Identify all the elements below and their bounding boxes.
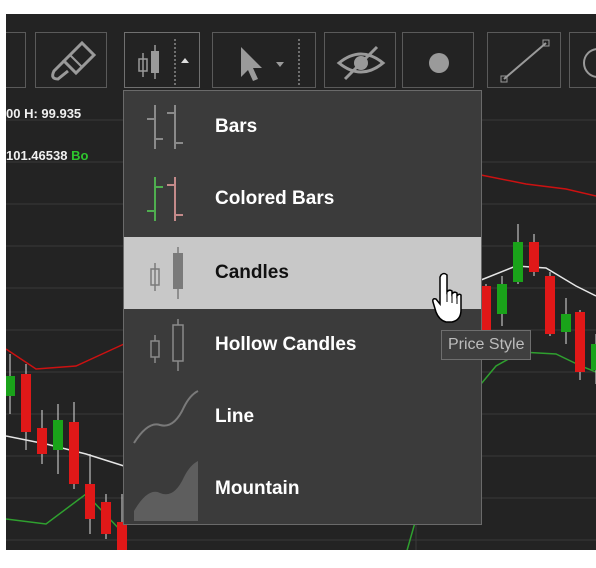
mountain-chart-icon	[134, 461, 198, 521]
menu-item-label: Hollow Candles	[215, 334, 357, 355]
menu-item-hollow-candles[interactable]: Hollow Candles	[124, 309, 481, 381]
candle-body	[561, 314, 571, 332]
candle-body	[85, 484, 95, 519]
line-chart-icon	[133, 390, 199, 444]
circle-tool-icon	[583, 48, 596, 78]
dot-icon	[429, 53, 449, 73]
candle-body	[69, 422, 79, 484]
price-style-menu: Bars Colored Bars Candles Hollow Candles…	[123, 90, 482, 525]
candle-body	[513, 242, 523, 282]
dot-tool-button[interactable]	[402, 32, 474, 88]
line-draw-button[interactable]	[487, 32, 561, 88]
ohlc-value: 101.46538	[6, 148, 68, 163]
candle-body	[53, 420, 63, 450]
menu-item-colored-bars[interactable]: Colored Bars	[124, 163, 481, 235]
candle-body	[117, 522, 127, 550]
colored-bars-icon	[147, 177, 183, 221]
menu-item-label: Colored Bars	[215, 188, 335, 209]
menu-item-mountain[interactable]: Mountain	[124, 453, 481, 525]
bars-icon	[147, 105, 183, 149]
menu-item-label: Mountain	[215, 478, 300, 499]
candle-body	[545, 276, 555, 334]
candle-body	[529, 242, 539, 272]
hand-cursor-icon	[432, 272, 462, 323]
chart-toolbar	[6, 14, 596, 90]
candle-body	[21, 374, 31, 432]
hide-eye-icon	[336, 45, 386, 81]
ohlc-readout-line1: 00 H: 99.935	[6, 106, 82, 121]
candles-icon	[150, 247, 183, 299]
hollow-candles-icon	[150, 319, 184, 371]
paintbrush-button[interactable]	[35, 32, 107, 88]
hide-drawings-button[interactable]	[324, 32, 396, 88]
screenshot-stage: 00 H: 99.935 101.46538 Bo Bars Colored B…	[0, 0, 596, 568]
menu-item-label: Line	[215, 406, 255, 427]
menu-item-label: Bars	[215, 116, 258, 137]
ohlc-readout-line2: 101.46538 Bo	[6, 148, 88, 163]
paintbrush-icon	[51, 40, 97, 81]
candle-body	[101, 502, 111, 534]
menu-item-line[interactable]: Line	[124, 381, 481, 453]
candle-body	[497, 284, 507, 314]
menu-item-label: Candles	[215, 262, 289, 283]
toolbar-button-partial-right[interactable]	[569, 32, 596, 88]
candle-body	[37, 428, 47, 454]
pointer-button[interactable]	[212, 32, 316, 88]
ohlc-suffix: Bo	[71, 148, 89, 163]
chart-style-icon	[138, 39, 189, 85]
candle-body	[481, 286, 491, 332]
candle-body	[6, 376, 15, 396]
line-draw-icon	[500, 39, 550, 83]
menu-item-bars[interactable]: Bars	[124, 91, 481, 163]
toolbar-button-partial[interactable]	[6, 32, 26, 88]
pointer-icon	[241, 39, 300, 85]
chart-style-button[interactable]	[124, 32, 200, 88]
menu-item-candles[interactable]: Candles	[124, 237, 481, 309]
candle-body	[591, 344, 596, 370]
candle-body	[575, 312, 585, 372]
tooltip: Price Style	[441, 330, 532, 360]
